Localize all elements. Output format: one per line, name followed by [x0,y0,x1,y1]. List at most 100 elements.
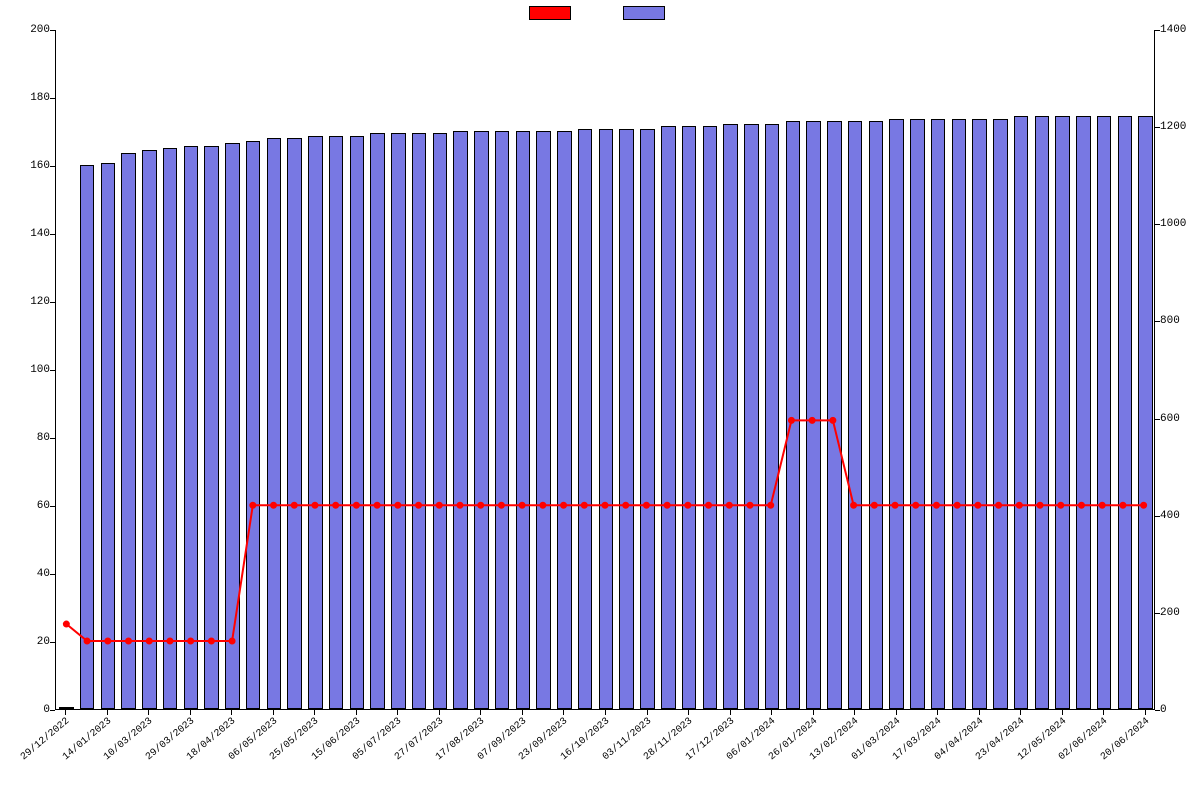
line-marker [498,502,504,508]
y-left-tickmark [50,98,55,99]
line-marker [664,502,670,508]
y-right-tick-label: 0 [1160,704,1200,716]
line-marker [933,502,939,508]
line-marker [851,502,857,508]
y-left-tick-label: 160 [10,160,50,172]
line-marker [1058,502,1064,508]
y-left-tick-label: 0 [10,704,50,716]
line-marker [768,502,774,508]
x-tickmark [314,710,315,715]
legend-item-series-a [529,6,577,20]
line-marker [1016,502,1022,508]
line-marker [271,502,277,508]
y-left-tickmark [50,438,55,439]
line-marker [353,502,359,508]
y-right-tickmark [1155,224,1160,225]
x-tickmark [190,710,191,715]
x-tickmark [854,710,855,715]
line-marker [126,638,132,644]
line-marker [706,502,712,508]
x-tickmark [937,710,938,715]
chart-stage: 020406080100120140160180200 020040060080… [0,0,1200,800]
y-right-tickmark [1155,30,1160,31]
line-marker [229,638,235,644]
y-left-tickmark [50,166,55,167]
y-left-tick-label: 60 [10,500,50,512]
line-marker [1141,502,1147,508]
line-marker [63,621,69,627]
x-tickmark [730,710,731,715]
x-tickmark [397,710,398,715]
legend-swatch-a [529,6,571,20]
x-tickmark [1062,710,1063,715]
y-right-tick-label: 400 [1160,510,1200,522]
legend-item-series-b [623,6,671,20]
y-right-tick-label: 1200 [1160,121,1200,133]
line-marker [312,502,318,508]
line-marker [788,417,794,423]
line-marker [478,502,484,508]
x-tickmark [647,710,648,715]
line-marker [726,502,732,508]
line-marker [167,638,173,644]
line-marker [457,502,463,508]
line-path [66,420,1143,641]
line-marker [519,502,525,508]
x-tickmark [1020,710,1021,715]
line-marker [1078,502,1084,508]
line-marker [250,502,256,508]
y-right-tickmark [1155,127,1160,128]
y-left-tickmark [50,370,55,371]
line-marker [975,502,981,508]
x-tickmark [1103,710,1104,715]
y-right-tick-label: 800 [1160,315,1200,327]
plot-area [55,30,1155,710]
y-left-tick-label: 120 [10,296,50,308]
y-left-tick-label: 40 [10,568,50,580]
line-marker [747,502,753,508]
line-marker [685,502,691,508]
x-tickmark [273,710,274,715]
line-marker [561,502,567,508]
y-right-tick-label: 600 [1160,413,1200,425]
line-marker [105,638,111,644]
x-tickmark [522,710,523,715]
y-right-tick-label: 1000 [1160,218,1200,230]
line-marker [84,638,90,644]
x-tickmark [896,710,897,715]
y-right-tick-label: 1400 [1160,24,1200,36]
line-marker [540,502,546,508]
line-marker [830,417,836,423]
x-tickmark [979,710,980,715]
x-tickmark [231,710,232,715]
y-left-tick-label: 140 [10,228,50,240]
line-marker [1120,502,1126,508]
line-marker [208,638,214,644]
line-marker [333,502,339,508]
line-marker [871,502,877,508]
line-marker [436,502,442,508]
x-tickmark [813,710,814,715]
y-left-tickmark [50,234,55,235]
y-left-tickmark [50,710,55,711]
line-marker [395,502,401,508]
line-marker [602,502,608,508]
y-left-tick-label: 180 [10,92,50,104]
legend-swatch-b [623,6,665,20]
y-left-tick-label: 100 [10,364,50,376]
y-left-tick-label: 200 [10,24,50,36]
x-tickmark [439,710,440,715]
x-tickmark [107,710,108,715]
y-left-tickmark [50,506,55,507]
y-right-tickmark [1155,710,1160,711]
x-tickmark [148,710,149,715]
x-tickmark [480,710,481,715]
y-right-tickmark [1155,613,1160,614]
line-marker [996,502,1002,508]
y-left-tick-label: 20 [10,636,50,648]
line-marker [291,502,297,508]
x-tickmark [563,710,564,715]
y-right-tickmark [1155,419,1160,420]
y-left-tick-label: 80 [10,432,50,444]
y-right-tickmark [1155,321,1160,322]
